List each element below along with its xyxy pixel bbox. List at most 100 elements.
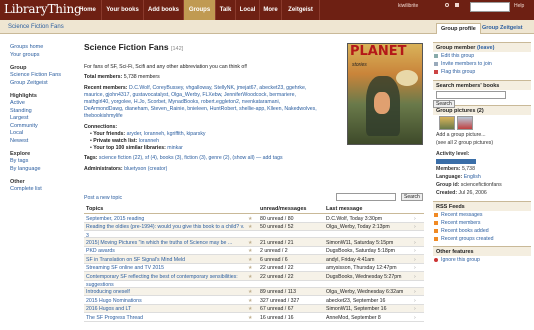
topic-search-button[interactable]: Search [401, 193, 423, 201]
site-search-input[interactable] [470, 2, 510, 12]
table-row[interactable]: The SF Progress Thread 16 unread / 16 Anne… [84, 313, 424, 322]
tab-group-profile[interactable]: Group profile [436, 23, 481, 34]
sidebar-item-your-groups[interactable]: Your groups [10, 52, 70, 60]
goto-last-icon[interactable]: › [414, 274, 416, 280]
topic-last-message[interactable]: Olga_Werby, Wednesday 6:32am [326, 289, 403, 295]
star-icon[interactable]: ★ [248, 216, 253, 222]
goto-last-icon[interactable]: › [414, 289, 416, 295]
nav-tab-more[interactable]: More [260, 0, 282, 20]
star-icon[interactable]: ★ [248, 240, 253, 246]
topic-title[interactable]: Introducing oneself [86, 289, 130, 295]
topic-last-message[interactable]: SimonW11, September 16 [326, 306, 386, 312]
topics-col-header[interactable]: Topics [86, 206, 103, 212]
topic-unread[interactable]: 50 unread / 52 [260, 224, 293, 230]
sidebar-item-standing[interactable]: Standing [10, 108, 70, 116]
watch-list[interactable]: loranneh [139, 138, 159, 144]
topic-title[interactable]: September, 2015 reading [86, 216, 144, 222]
add-picture-link[interactable]: Add a group picture... [433, 131, 531, 139]
topic-last-message[interactable]: amysisson, Thursday 12:47pm [326, 265, 397, 271]
table-row[interactable]: Introducing oneself 89 unread / 113 Olga_W… [84, 287, 424, 296]
goto-last-icon[interactable]: › [414, 315, 416, 321]
star-icon[interactable]: ★ [248, 289, 253, 295]
stat-value[interactable]: English [464, 174, 481, 180]
topic-last-message[interactable]: DugsBooks, Wednesday 5:27pm [326, 274, 401, 280]
leave-group-link[interactable]: (leave) [477, 45, 494, 51]
ignore-group-link[interactable]: Ignore this group [433, 256, 531, 264]
tab-group-zeitgeist[interactable]: Group Zeitgeist [478, 23, 527, 34]
topic-unread[interactable]: 16 unread / 16 [260, 315, 293, 321]
topic-last-message[interactable]: SimonW11, Saturday 5:15pm [326, 240, 393, 246]
nav-tab-local[interactable]: Local [236, 0, 260, 20]
table-row[interactable]: 3 [84, 231, 424, 239]
topic-unread[interactable]: 67 unread / 67 [260, 306, 293, 312]
tags-list[interactable]: science fiction (22), sf (4), books (3),… [99, 155, 283, 161]
table-row[interactable]: PKD awards 2 unread / 2 DugsBooks, Saturda… [84, 247, 424, 255]
star-icon[interactable]: ★ [248, 298, 253, 304]
topic-unread[interactable]: 6 unread / 6 [260, 257, 288, 263]
nav-tab-zeitgeist[interactable]: Zeitgeist [282, 0, 320, 20]
star-icon[interactable]: ★ [248, 257, 253, 263]
table-row[interactable]: 2015 Hugo Nominations 327 unread / 327 abe… [84, 296, 424, 305]
sidebar-item-newest[interactable]: Newest [10, 138, 70, 146]
recent-members-list[interactable]: DeArmondDawg, dianeham, Steven_Rainie, b… [84, 106, 317, 112]
nav-tab-talk[interactable]: Talk [216, 0, 236, 20]
topic-unread[interactable]: 21 unread / 21 [260, 240, 293, 246]
goto-last-icon[interactable]: › [414, 216, 416, 222]
sidebar-item-community[interactable]: Community [10, 123, 70, 131]
topic-last-message[interactable]: Olga_Werby, Today 2:13pm [326, 224, 390, 230]
topic-title[interactable]: Streaming SF online and TV 2015 [86, 265, 164, 271]
topic-title[interactable]: SF in Translation on SF Signal's Mind Me… [86, 257, 185, 263]
topic-unread[interactable]: 2 unread / 2 [260, 248, 288, 254]
search-members-button[interactable]: Search [433, 100, 455, 108]
topic-unread[interactable]: 89 unread / 113 [260, 289, 296, 295]
librarything-logo[interactable]: LibraryThing [4, 2, 82, 16]
star-icon[interactable]: ★ [248, 306, 253, 312]
post-new-topic-link[interactable]: Post a new topic [84, 195, 122, 201]
goto-last-icon[interactable]: › [414, 224, 416, 230]
sidebar-item-largest[interactable]: Largest [10, 115, 70, 123]
sidebar-item-sff[interactable]: Science Fiction Fans [10, 72, 70, 80]
breadcrumb[interactable]: Science Fiction Fans [8, 24, 64, 30]
sidebar-item-zeitgeist[interactable]: Group Zeitgeist [10, 80, 70, 88]
topic-unread[interactable]: 22 unread / 22 [260, 265, 293, 271]
topic-title[interactable]: Contemporary SF reflecting the best of c… [86, 274, 238, 280]
admins-list[interactable]: bluetyson (creator) [124, 166, 167, 172]
group-picture-thumb[interactable] [457, 116, 473, 130]
star-icon[interactable]: ★ [248, 274, 253, 280]
star-icon[interactable]: ★ [248, 248, 253, 254]
table-row[interactable]: SF in Translation on SF Signal's Mind Me… [84, 255, 424, 264]
recent-members-list[interactable]: thebookishmylife [84, 113, 123, 119]
star-icon[interactable]: ★ [248, 224, 253, 230]
sidebar-item-active[interactable]: Active [10, 100, 70, 108]
topic-title[interactable]: PKD awards [86, 248, 115, 254]
edit-group-link[interactable]: Edit this group [433, 52, 531, 60]
star-icon[interactable]: ★ [248, 315, 253, 321]
table-row[interactable]: Streaming SF online and TV 2015 22 unread… [84, 264, 424, 272]
topic-last-message[interactable]: D.C.Wolf, Today 3:30pm [326, 216, 382, 222]
see-all-pictures-link[interactable]: (see all 2 group pictures) [433, 139, 531, 147]
recent-members-list[interactable]: D.C.Wolf, CoreyBussey, vhgalloway, Stell… [129, 85, 306, 91]
group-picture-thumb[interactable] [439, 116, 455, 130]
table-row[interactable]: suggestions [84, 281, 424, 288]
goto-last-icon[interactable]: › [414, 257, 416, 263]
sidebar-item-complete-list[interactable]: Complete list [10, 186, 70, 194]
help-link[interactable]: Help [514, 3, 524, 9]
nav-tab-groups[interactable]: Groups [184, 0, 216, 20]
nav-tab-home[interactable]: Home [74, 0, 102, 20]
sidebar-item-by-tags[interactable]: By tags [10, 158, 70, 166]
goto-last-icon[interactable]: › [414, 248, 416, 254]
topic-title[interactable]: The SF Progress Thread [86, 315, 143, 321]
topic-title[interactable]: Reading the oldies (pre-1994): would you… [86, 224, 244, 230]
topic-title[interactable]: 2015| Moving Pictures "in which the trut… [86, 240, 232, 246]
search-members-input[interactable] [436, 91, 506, 99]
unread-col-header[interactable]: unread/messages [260, 206, 306, 212]
topic-last-message[interactable]: abecket23, September 16 [326, 298, 385, 304]
table-row[interactable]: September, 2015 reading 80 unread / 80 D.C… [84, 214, 424, 223]
last-message-col-header[interactable]: Last message [326, 206, 362, 212]
settings-icon[interactable] [445, 3, 449, 7]
goto-last-icon[interactable]: › [414, 265, 416, 271]
table-row[interactable]: 2016 Hugos and LT 67 unread / 67 SimonW11,… [84, 304, 424, 313]
table-row[interactable]: Reading the oldies (pre-1994): would you… [84, 222, 424, 231]
goto-last-icon[interactable]: › [414, 298, 416, 304]
star-icon[interactable]: ★ [248, 265, 253, 271]
